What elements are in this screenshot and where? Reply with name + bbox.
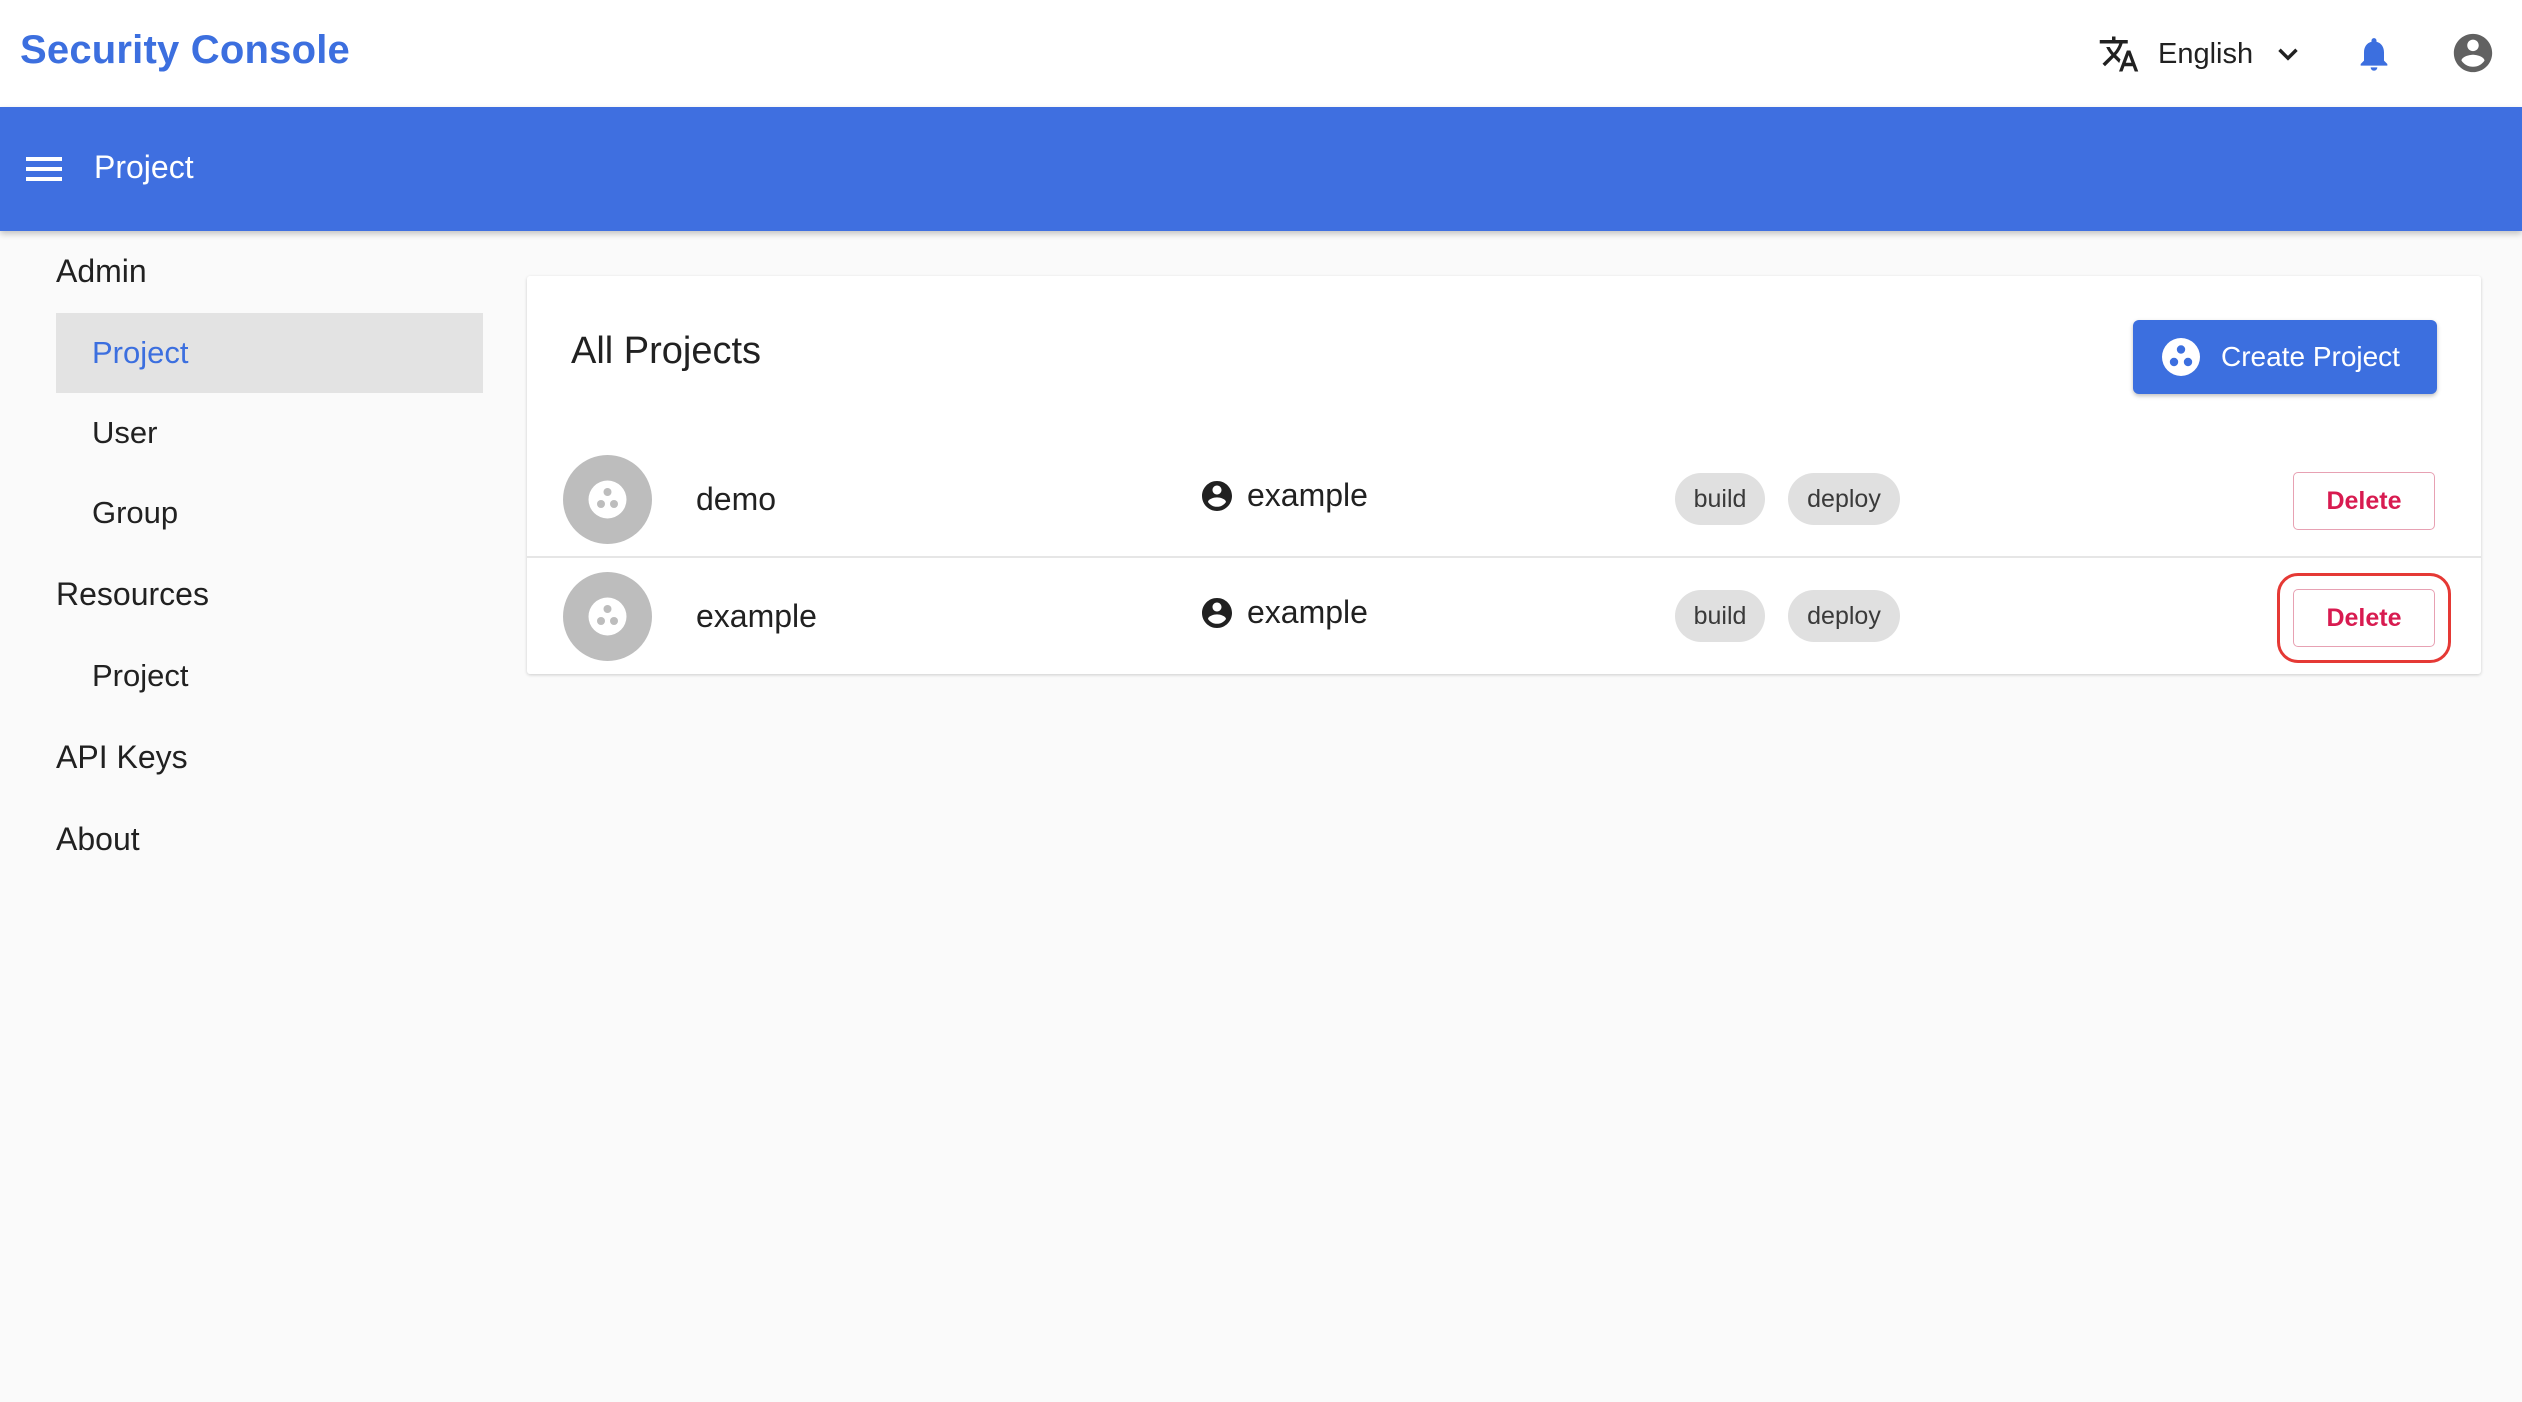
projects-card: All Projects Create Project demo example xyxy=(527,276,2481,674)
top-app-bar: Security Console English xyxy=(0,0,2522,107)
project-avatar xyxy=(563,572,652,661)
app-title[interactable]: Security Console xyxy=(20,28,350,73)
tag-chip-build: build xyxy=(1675,590,1765,642)
sidebar-item-resources-project[interactable]: Project xyxy=(56,636,483,716)
language-label: English xyxy=(2158,37,2254,70)
chevron-down-icon xyxy=(2278,48,2298,61)
sidebar-section-about[interactable]: About xyxy=(56,821,140,858)
tag-chip-build: build xyxy=(1675,473,1765,525)
project-name[interactable]: example xyxy=(696,598,817,635)
translate-icon xyxy=(2099,36,2139,72)
card-title: All Projects xyxy=(571,330,762,372)
project-name[interactable]: demo xyxy=(696,481,776,518)
sidebar-section-admin[interactable]: Admin xyxy=(56,253,147,290)
menu-icon[interactable] xyxy=(24,151,64,187)
project-icon xyxy=(588,597,627,636)
delete-button[interactable]: Delete xyxy=(2293,472,2435,530)
project-owner: example xyxy=(1199,594,1368,631)
delete-button-highlighted[interactable]: Delete xyxy=(2277,573,2451,663)
create-project-label: Create Project xyxy=(2221,341,2400,372)
project-owner: example xyxy=(1199,477,1368,514)
bell-icon[interactable] xyxy=(2354,32,2394,76)
project-icon xyxy=(2162,338,2200,376)
project-row-example[interactable]: example example build deploy Delete xyxy=(527,558,2481,675)
sidebar-section-api-keys[interactable]: API Keys xyxy=(56,739,188,776)
tag-chip-deploy: deploy xyxy=(1788,473,1900,525)
project-row-demo[interactable]: demo example build deploy Delete xyxy=(527,441,2481,558)
sidebar-item-admin-project[interactable]: Project xyxy=(56,313,483,393)
sidebar-item-user[interactable]: User xyxy=(56,393,483,473)
sidebar-item-group[interactable]: Group xyxy=(56,473,483,553)
owner-name: example xyxy=(1247,477,1368,513)
project-avatar xyxy=(563,455,652,544)
create-project-button[interactable]: Create Project xyxy=(2133,320,2437,394)
owner-name: example xyxy=(1247,594,1368,630)
account-circle-icon xyxy=(1202,597,1232,628)
sidebar-section-resources[interactable]: Resources xyxy=(56,576,209,613)
page-toolbar: Project xyxy=(0,107,2522,231)
page-title: Project xyxy=(94,149,194,185)
account-circle-icon[interactable] xyxy=(2450,30,2496,76)
tag-chip-deploy: deploy xyxy=(1788,590,1900,642)
project-icon xyxy=(588,480,627,519)
account-circle-icon xyxy=(1202,480,1232,511)
language-selector[interactable]: English xyxy=(2098,28,2305,80)
